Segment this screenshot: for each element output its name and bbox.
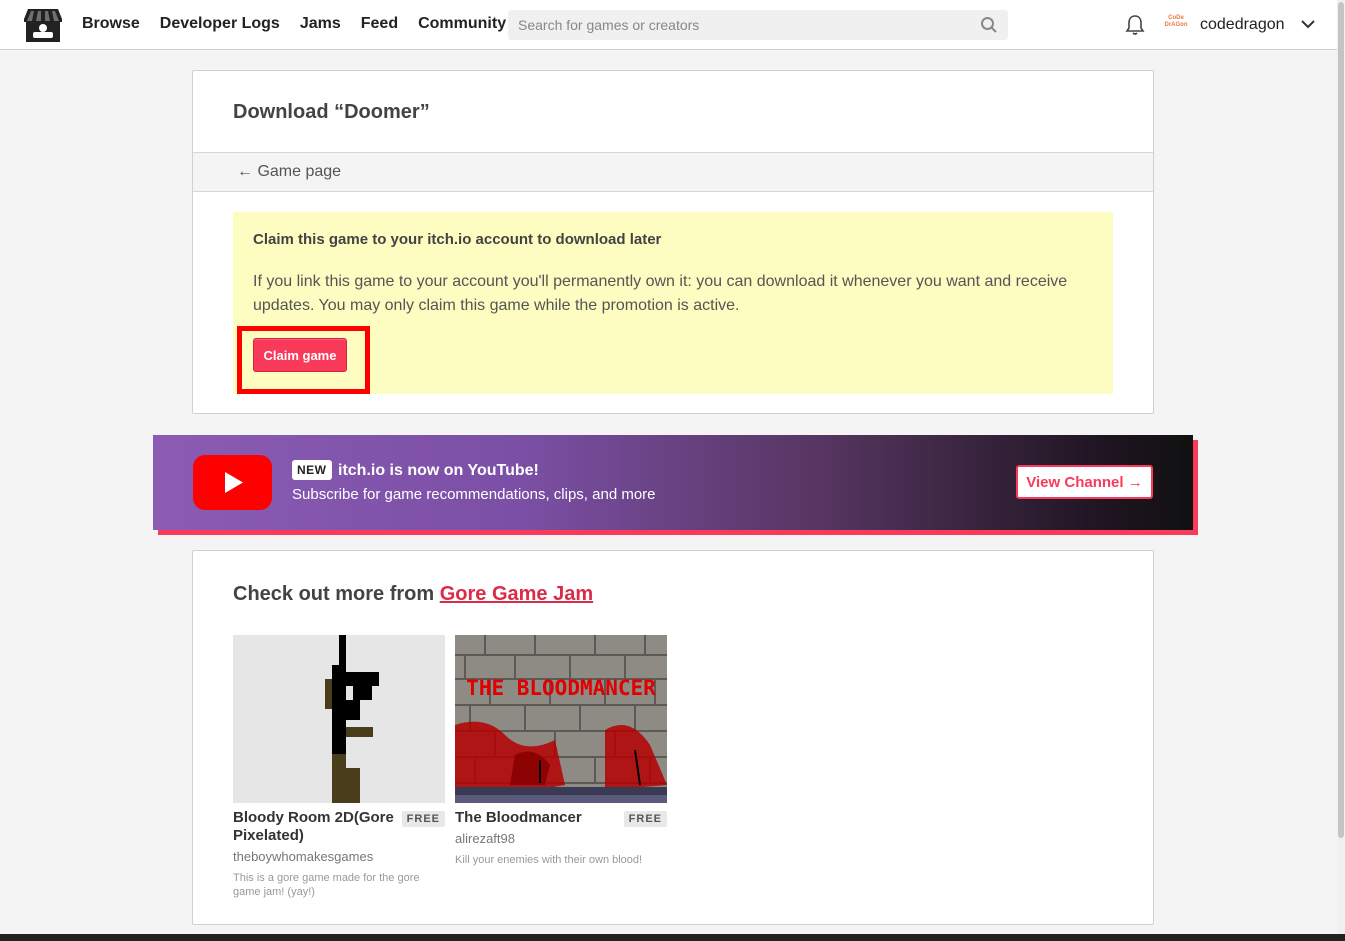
price-badge: FREE [401, 811, 445, 827]
youtube-banner: NEW itch.io is now on YouTube! Subscribe… [153, 435, 1193, 530]
game-title[interactable]: Bloody Room 2D(Gore Pixelated) [233, 809, 398, 845]
claim-notice: Claim this game to your itch.io account … [233, 212, 1113, 394]
youtube-title: itch.io is now on YouTube! [338, 462, 539, 479]
game-name: Doomer [344, 101, 420, 123]
bottom-bar [0, 934, 1345, 941]
search-box [508, 10, 1008, 40]
claim-description: If you link this game to your account yo… [253, 273, 1068, 314]
youtube-logo-icon [193, 455, 272, 510]
claim-heading: Claim this game to your itch.io account … [253, 231, 662, 248]
price-badge: FREE [623, 811, 667, 827]
game-description: Kill your enemies with their own blood! [455, 854, 643, 866]
view-channel-button[interactable]: View Channel → [1016, 465, 1153, 499]
chevron-down-icon[interactable] [1300, 18, 1316, 30]
avatar[interactable]: CoDe DrAGon [1163, 15, 1189, 33]
username[interactable]: codedragon [1200, 15, 1285, 35]
nav-browse[interactable]: Browse [82, 14, 140, 34]
more-from-jam-card: Check out more from Gore Game Jam Bloody… [192, 550, 1154, 925]
search-icon[interactable] [980, 16, 998, 34]
new-badge: NEW [292, 460, 332, 480]
jam-link[interactable]: Gore Game Jam [440, 583, 593, 605]
game-page-link[interactable]: ← Game page [237, 162, 341, 182]
nav-feed[interactable]: Feed [361, 14, 398, 34]
game-author[interactable]: alirezaft98 [455, 831, 515, 847]
game-title[interactable]: The Bloodmancer [455, 809, 620, 827]
nav-jams[interactable]: Jams [300, 14, 341, 34]
thumbnail-title-text: THE BLOODMANCER [466, 676, 656, 700]
search-input[interactable] [508, 10, 968, 40]
nav-developer-logs[interactable]: Developer Logs [160, 14, 280, 34]
sub-navigation: ← Game page [193, 152, 1153, 192]
game-thumbnail[interactable]: THE BLOODMANCER [455, 635, 667, 803]
bell-icon[interactable] [1125, 14, 1145, 36]
game-author[interactable]: theboywhomakesgames [233, 849, 373, 865]
game-description: This is a gore game made for the gore ga… [233, 872, 420, 898]
itchio-logo-icon[interactable] [24, 7, 62, 43]
claim-game-button[interactable]: Claim game [253, 338, 347, 372]
top-navbar: Browse Developer Logs Jams Feed Communit… [0, 0, 1337, 50]
more-heading: Check out more from Gore Game Jam [233, 583, 594, 605]
game-cell: THE BLOODMANCER The Bloodmancer FREE ali… [455, 635, 667, 866]
game-thumbnail[interactable] [233, 635, 445, 803]
game-cell: Bloody Room 2D(Gore Pixelated) FREE theb… [233, 635, 445, 898]
page-title: Download “Doomer” [233, 101, 430, 123]
download-card: Download “Doomer” ← Game page Claim this… [192, 70, 1154, 414]
scrollbar-thumb[interactable] [1338, 2, 1344, 838]
nav-community[interactable]: Community [418, 14, 506, 34]
main-nav: Browse Developer Logs Jams Feed Communit… [82, 14, 526, 34]
youtube-subtitle: Subscribe for game recommendations, clip… [292, 486, 656, 503]
